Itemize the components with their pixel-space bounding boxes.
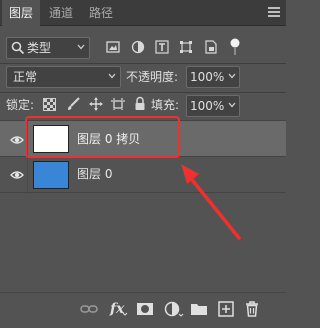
blend-mode-value: 正常 xyxy=(13,70,38,84)
filter-adjustment-icon[interactable] xyxy=(131,40,145,54)
lock-position-move-icon[interactable] xyxy=(89,97,103,111)
fill-value: 100% xyxy=(190,99,225,113)
fx-icon[interactable]: fx xyxy=(109,298,128,317)
tab-paths[interactable]: 路径 xyxy=(82,0,120,26)
lock-all-icon[interactable] xyxy=(134,96,146,111)
chevron-down-icon xyxy=(228,101,236,109)
fill-label: 填充: xyxy=(151,98,180,112)
filter-toggle-icon[interactable] xyxy=(230,38,240,56)
tab-layers[interactable]: 图层 xyxy=(2,0,40,26)
chevron-down-icon xyxy=(228,72,236,80)
divider xyxy=(0,92,286,93)
filter-kind-value: 类型 xyxy=(27,41,52,55)
opacity-value: 100% xyxy=(190,70,225,84)
new-layer-icon[interactable] xyxy=(217,300,235,318)
tab-channels[interactable]: 通道 xyxy=(42,0,80,26)
search-icon xyxy=(11,41,25,55)
link-icon[interactable] xyxy=(80,300,98,318)
lock-label: 锁定: xyxy=(6,98,35,112)
filter-pixel-icon[interactable] xyxy=(106,40,120,54)
chevron-down-icon xyxy=(77,43,85,51)
filter-shape-icon[interactable] xyxy=(179,40,193,54)
layer-name[interactable]: 图层 0 xyxy=(77,166,112,182)
annotation-highlight-box xyxy=(25,116,180,158)
lock-artboard-icon[interactable] xyxy=(111,97,125,111)
layer-thumbnail xyxy=(33,161,69,189)
eye-icon[interactable] xyxy=(10,170,24,180)
divider xyxy=(27,157,28,193)
svg-text:fx: fx xyxy=(109,301,125,317)
trash-icon[interactable] xyxy=(243,300,261,318)
chevron-down-icon xyxy=(108,72,116,80)
lock-pixels-brush-icon[interactable] xyxy=(66,97,80,111)
panel-menu-icon[interactable] xyxy=(268,7,280,17)
annotation-arrow-icon xyxy=(175,160,245,242)
filter-smart-object-icon[interactable] xyxy=(204,40,218,54)
adjustment-icon[interactable] xyxy=(164,300,184,318)
eye-icon[interactable] xyxy=(10,135,24,145)
folder-icon[interactable] xyxy=(190,300,208,318)
divider xyxy=(0,63,286,64)
mask-icon[interactable] xyxy=(136,300,154,318)
opacity-label: 不透明度: xyxy=(126,70,179,84)
filter-type-icon[interactable] xyxy=(155,40,169,54)
lock-transparent-icon[interactable] xyxy=(43,98,56,111)
